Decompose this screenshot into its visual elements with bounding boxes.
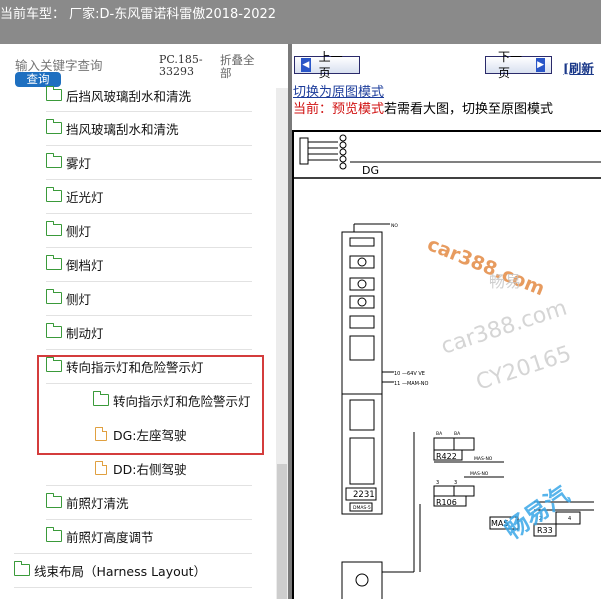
tree-item-label: 前照灯清洗 <box>66 495 129 511</box>
selection-highlight-box <box>37 355 264 455</box>
viewer-nav-bar: ◀ 上一页 下一页 ▶ [刷新 <box>292 44 601 84</box>
tree-item-label: 前照灯高度调节 <box>66 529 154 545</box>
tree-item[interactable]: 侧灯 <box>45 281 92 315</box>
wiring-diagram[interactable]: DG 2231 DMAS-5 NO 10 —64V VE 11 —MAM-NO … <box>292 130 601 599</box>
next-page-button[interactable]: 下一页 ▶ <box>485 50 552 80</box>
title-bar: 当前车型： 厂家:D-东风雷诺科雷傲2018-2022 <box>0 0 601 44</box>
tree-item[interactable]: 挡风玻璃刮水和清洗 <box>45 111 179 145</box>
prev-page-button[interactable]: ◀ 上一页 <box>294 50 360 80</box>
hint-text: 若需看大图，切换至原图模式 <box>384 102 554 117</box>
folder-icon <box>45 527 62 542</box>
collapse-all-link[interactable]: 折叠全部 <box>220 54 260 80</box>
tree-item-label: 侧灯 <box>66 291 92 307</box>
prev-page-label: 上一页 <box>318 50 343 80</box>
component-2231-label: 2231 <box>353 490 375 500</box>
tree-item-label: 侧灯 <box>66 223 92 239</box>
pc-code: PC.185-33293 <box>159 53 203 78</box>
tree-item-label: 倒档灯 <box>66 257 104 273</box>
pin-label: MAS-NO <box>470 471 489 477</box>
arrow-right-icon: ▶ <box>536 58 545 72</box>
relay-r422-label: R422 <box>436 452 457 461</box>
tree-item[interactable]: 侧灯 <box>45 213 92 247</box>
tree-item-label: 挡风玻璃刮水和清洗 <box>66 121 179 137</box>
tree-item[interactable]: 近光灯 <box>45 179 104 213</box>
diagram-connector-label: DG <box>362 164 379 177</box>
viewer-panel: ◀ 上一页 下一页 ▶ [刷新 切换为原图模式 当前：预览模式若需看大图，切换至… <box>292 44 601 599</box>
pin-label: 3 <box>454 480 457 486</box>
folder-icon <box>45 153 62 168</box>
document-icon <box>95 461 107 475</box>
watermark: 畅易 <box>489 272 521 291</box>
arrow-left-icon: ◀ <box>301 58 311 72</box>
component-2231 <box>341 223 394 515</box>
tree-item[interactable]: 前照灯清洗 <box>45 485 129 519</box>
tree-item-label: 雾灯 <box>66 155 92 171</box>
tree-item[interactable]: 线束布局（Harness Layout） <box>13 553 207 587</box>
tree-item[interactable]: 制动灯 <box>45 315 104 349</box>
watermark: CY20165 <box>473 342 574 396</box>
pin-label: BA <box>436 431 443 437</box>
tree-item-document[interactable]: DD:右侧驾驶 <box>95 451 186 485</box>
folder-icon <box>45 289 62 304</box>
connector-symbol-icon <box>299 134 601 170</box>
wiring-diagram-svg: DG 2231 DMAS-5 NO 10 —64V VE 11 —MAM-NO … <box>294 134 601 599</box>
tree-item[interactable]: 后挡风玻璃刮水和清洗 <box>45 78 192 112</box>
tree-item[interactable]: 倒档灯 <box>45 247 104 281</box>
tree-item[interactable]: 前照灯高度调节 <box>45 519 154 553</box>
search-input[interactable] <box>15 58 145 73</box>
current-vehicle-title: 当前车型： 厂家:D-东风雷诺科雷傲2018-2022 <box>0 7 277 22</box>
next-page-label: 下一页 <box>498 50 523 80</box>
preview-mode-hint: 当前：预览模式若需看大图，切换至原图模式 <box>293 98 553 117</box>
watermark: car388.com <box>424 233 548 300</box>
refresh-link[interactable]: [刷新 <box>563 58 594 77</box>
wire-no-label: NO <box>391 223 398 229</box>
tree-item-label: 后挡风玻璃刮水和清洗 <box>66 88 192 104</box>
pin-label: MAS-NO <box>474 456 493 462</box>
relay-r106-label: R106 <box>436 498 457 507</box>
divider <box>14 587 252 588</box>
wire-11-label: 11 —MAM-NO <box>394 381 429 387</box>
wire-10-label: 10 —64V VE <box>394 371 425 377</box>
component-2231-sublabel: DMAS-5 <box>353 505 371 511</box>
tree-item[interactable]: 雾灯 <box>45 145 92 179</box>
scrollbar-thumb[interactable] <box>277 464 287 599</box>
tree-item-label: 近光灯 <box>66 189 104 205</box>
folder-icon <box>45 86 62 101</box>
folder-icon <box>45 493 62 508</box>
tree-item-label: 线束布局（Harness Layout） <box>34 563 207 579</box>
folder-icon <box>45 255 62 270</box>
pin-label: BA <box>454 431 461 437</box>
folder-icon <box>45 187 62 202</box>
component-bottom <box>341 561 383 599</box>
hint-current-mode: 当前：预览模式 <box>293 102 385 117</box>
left-panel: 查询 PC.185-33293 折叠全部 后挡风玻璃刮水和清洗 挡风玻璃刮水和清… <box>0 44 288 599</box>
tree-item-label: 制动灯 <box>66 325 104 341</box>
folder-icon <box>45 221 62 236</box>
folder-icon <box>45 323 62 338</box>
folder-icon <box>45 119 62 134</box>
pin-label: 4 <box>568 516 571 522</box>
folder-icon <box>13 561 30 576</box>
tree-item-label: DD:右侧驾驶 <box>113 461 187 477</box>
pin-label: 3 <box>436 480 439 486</box>
